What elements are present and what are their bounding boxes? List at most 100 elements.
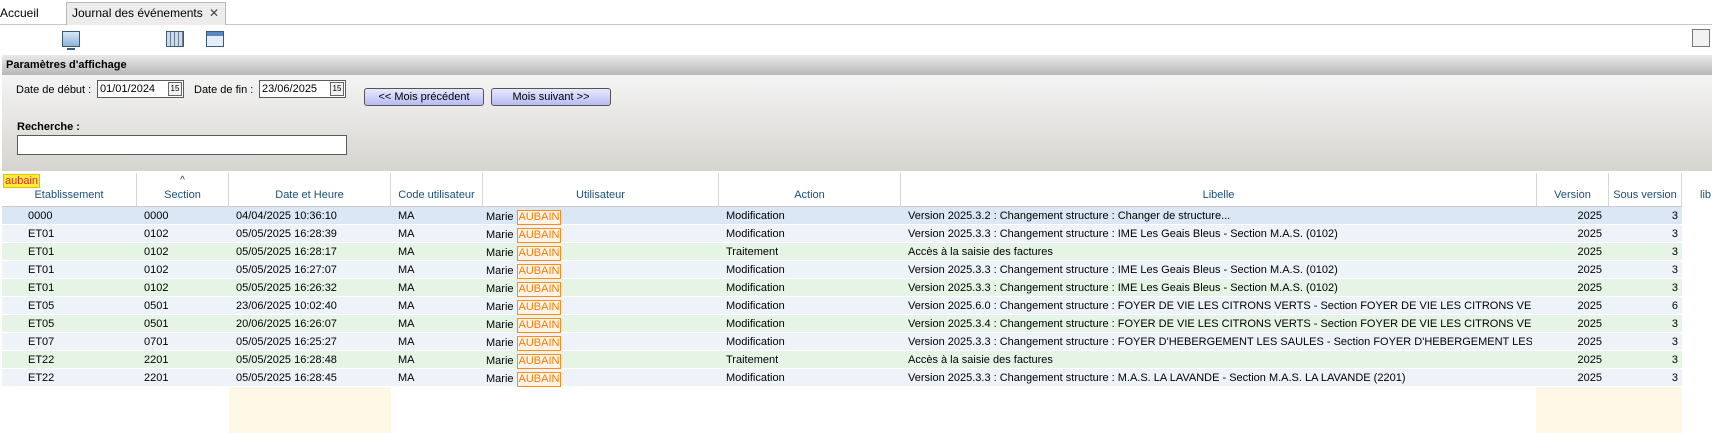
cell-utilisateur: Marie AUBAIN (486, 300, 716, 315)
col-code-utilisateur[interactable]: Code utilisateur (391, 173, 483, 207)
search-input[interactable] (17, 135, 347, 155)
cell-section: 2201 (144, 372, 169, 384)
search-highlight: AUBAIN (516, 354, 562, 369)
cell-sous: 3 (1671, 372, 1678, 384)
cell-date: 05/05/2025 16:28:45 (236, 372, 337, 384)
cell-date: 20/06/2025 16:26:07 (236, 318, 337, 330)
monitor-icon[interactable] (62, 31, 80, 50)
cell-libelle: Version 2025.3.3 : Changement structure … (908, 228, 1338, 240)
cell-action: Modification (726, 336, 785, 348)
cell-code: MA (398, 228, 415, 240)
cell-section: 0102 (144, 246, 169, 258)
end-date-field[interactable]: 23/06/2025 15 (259, 80, 346, 98)
col-lib-partial: lib (1700, 189, 1712, 201)
search-highlight: AUBAIN (516, 372, 562, 387)
next-month-button[interactable]: Mois suivant >> (491, 88, 611, 106)
cell-utilisateur: Marie AUBAIN (486, 282, 716, 297)
table-row[interactable]: ET22 2201 05/05/2025 16:28:48 MA Marie AUBAIN… (2, 351, 1682, 369)
grid-header: Etablissement ^ Section Date et Heure Co… (2, 173, 1682, 207)
cell-etab: ET22 (28, 372, 55, 384)
col-sous-version[interactable]: Sous version (1609, 173, 1682, 207)
cell-etab: ET05 (28, 300, 55, 312)
params-header: Paramètres d'affichage (2, 55, 1712, 75)
calendar-icon[interactable]: 15 (168, 82, 182, 96)
cell-section: 0000 (144, 210, 169, 222)
cell-date: 05/05/2025 16:28:48 (236, 354, 337, 366)
user-first-name: Marie (486, 283, 514, 295)
col-utilisateur[interactable]: Utilisateur (483, 173, 719, 207)
cell-utilisateur: Marie AUBAIN (486, 336, 716, 351)
search-highlight: AUBAIN (516, 336, 562, 351)
cell-code: MA (398, 372, 415, 384)
table-row[interactable]: ET05 0501 23/06/2025 10:02:40 MA Marie AUBAIN… (2, 297, 1682, 315)
col-action[interactable]: Action (719, 173, 901, 207)
cell-etab: ET01 (28, 228, 55, 240)
col-libelle[interactable]: Libelle (901, 173, 1537, 207)
sort-asc-icon: ^ (180, 175, 185, 186)
close-icon[interactable]: ✕ (209, 6, 219, 20)
tab-journal-label: Journal des événements (72, 6, 203, 20)
tab-journal-des-evenements[interactable]: Journal des événements ✕ (66, 2, 226, 25)
cell-version: 2025 (1577, 354, 1602, 366)
table-row[interactable]: 0000 0000 04/04/2025 10:36:10 MA Marie AUBAIN… (2, 207, 1682, 225)
cell-date: 05/05/2025 16:28:17 (236, 246, 337, 258)
cell-date: 05/05/2025 16:25:27 (236, 336, 337, 348)
tab-accueil[interactable]: Accueil (0, 6, 39, 20)
window-icon[interactable] (206, 31, 224, 47)
start-date-field[interactable]: 01/01/2024 15 (97, 80, 184, 98)
cell-action: Traitement (726, 354, 779, 366)
cell-date: 05/05/2025 16:26:32 (236, 282, 337, 294)
col-version[interactable]: Version (1537, 173, 1609, 207)
table-row[interactable]: ET01 0102 05/05/2025 16:26:32 MA Marie AUBAIN… (2, 279, 1682, 297)
cell-version: 2025 (1577, 228, 1602, 240)
end-date-label: Date de fin : (194, 84, 254, 96)
user-first-name: Marie (486, 211, 514, 223)
params-panel: Date de début : 01/01/2024 15 Date de fi… (2, 75, 1712, 171)
table-row[interactable]: ET22 2201 05/05/2025 16:28:45 MA Marie AUBAIN… (2, 369, 1682, 387)
version-column-fill (1536, 387, 1682, 433)
search-highlight: AUBAIN (516, 282, 562, 297)
cell-etab: ET01 (28, 246, 55, 258)
table-row[interactable]: ET05 0501 20/06/2025 16:26:07 MA Marie AUBAIN… (2, 315, 1682, 333)
cell-libelle: Version 2025.3.3 : Changement structure … (908, 282, 1338, 294)
cell-code: MA (398, 336, 415, 348)
filter-tag: aubain (3, 174, 41, 188)
table-row[interactable]: ET01 0102 05/05/2025 16:28:17 MA Marie AUBAIN… (2, 243, 1682, 261)
cell-version: 2025 (1577, 264, 1602, 276)
cell-action: Modification (726, 282, 785, 294)
user-first-name: Marie (486, 301, 514, 313)
cell-libelle: Version 2025.3.3 : Changement structure … (908, 336, 1532, 348)
window-tile-icon[interactable] (1692, 29, 1710, 47)
table-row[interactable]: ET01 0102 05/05/2025 16:27:07 MA Marie AUBAIN… (2, 261, 1682, 279)
cell-utilisateur: Marie AUBAIN (486, 210, 716, 225)
table-row[interactable]: ET01 0102 05/05/2025 16:28:39 MA Marie AUBAIN… (2, 225, 1682, 243)
col-section[interactable]: ^ Section (137, 173, 229, 207)
cell-sous: 6 (1671, 300, 1678, 312)
cell-utilisateur: Marie AUBAIN (486, 264, 716, 279)
search-label: Recherche : (17, 121, 80, 133)
cell-section: 0701 (144, 336, 169, 348)
cell-section: 0501 (144, 318, 169, 330)
cell-action: Traitement (726, 246, 779, 258)
cell-sous: 3 (1671, 246, 1678, 258)
cell-section: 0501 (144, 300, 169, 312)
calendar-icon[interactable]: 15 (330, 82, 344, 96)
prev-month-button[interactable]: << Mois précédent (364, 88, 484, 106)
col-date-heure[interactable]: Date et Heure (229, 173, 391, 207)
cell-etab: ET22 (28, 354, 55, 366)
cell-version: 2025 (1577, 282, 1602, 294)
cell-date: 23/06/2025 10:02:40 (236, 300, 337, 312)
cell-version: 2025 (1577, 336, 1602, 348)
cell-code: MA (398, 246, 415, 258)
cell-utilisateur: Marie AUBAIN (486, 318, 716, 333)
cell-code: MA (398, 282, 415, 294)
table-row[interactable]: ET07 0701 05/05/2025 16:25:27 MA Marie AUBAIN… (2, 333, 1682, 351)
cell-code: MA (398, 318, 415, 330)
calculator-icon[interactable] (166, 31, 184, 47)
cell-libelle: Accès à la saisie des factures (908, 354, 1053, 366)
cell-action: Modification (726, 228, 785, 240)
cell-sous: 3 (1671, 336, 1678, 348)
cell-etab: ET07 (28, 336, 55, 348)
cell-code: MA (398, 264, 415, 276)
grid-body: 0000 0000 04/04/2025 10:36:10 MA Marie AUBAIN… (2, 207, 1682, 387)
